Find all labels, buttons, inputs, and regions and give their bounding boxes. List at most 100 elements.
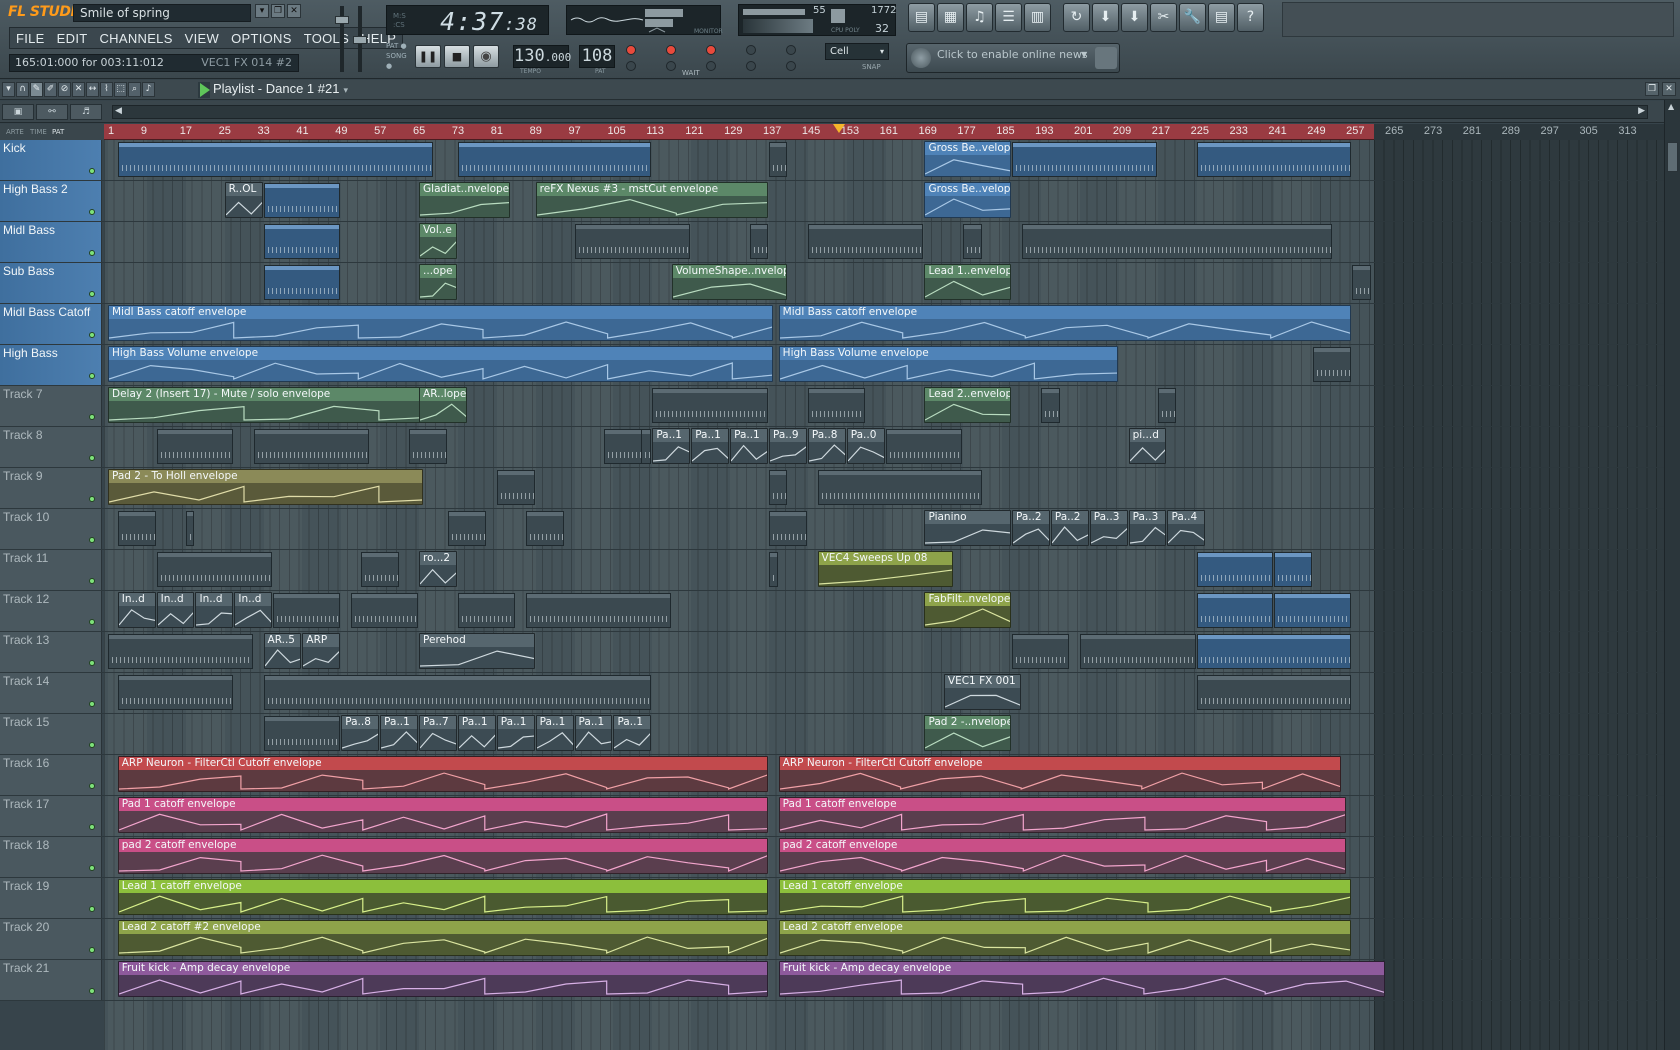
playlist-clip[interactable]: VolumeShape..nvelope xyxy=(671,264,788,300)
multilink-toggle[interactable] xyxy=(786,61,796,71)
pattern-clip[interactable] xyxy=(885,429,963,464)
pattern-clip[interactable] xyxy=(1274,552,1313,587)
pattern-clip[interactable] xyxy=(603,429,642,464)
track-mute-led[interactable] xyxy=(89,168,95,174)
pattern-clip[interactable] xyxy=(263,224,341,259)
maximize-icon[interactable]: ❐ xyxy=(1645,82,1659,96)
play-button[interactable]: ❚❚ xyxy=(415,44,441,68)
playlist-clip[interactable]: Pa..9 xyxy=(768,428,807,464)
playlist-clip[interactable]: Pa..1 xyxy=(496,715,535,751)
scroll-toggle[interactable] xyxy=(746,61,756,71)
vertical-scrollbar[interactable]: ▲ xyxy=(1664,100,1680,1050)
playlist-clip[interactable]: Fruit kick - Amp decay envelope xyxy=(117,961,768,997)
master-pitch-slider[interactable] xyxy=(353,36,367,44)
pattern-clip[interactable] xyxy=(1157,388,1177,423)
menu-view[interactable]: VIEW xyxy=(179,28,225,48)
menu-file[interactable]: FILE xyxy=(10,28,51,48)
menu-options[interactable]: OPTIONS xyxy=(225,28,298,48)
brush-icon[interactable]: ✐ xyxy=(44,82,57,97)
pattern-clip[interactable] xyxy=(807,388,866,423)
online-news-panel[interactable]: Click to enable online news ▼ xyxy=(906,43,1120,73)
pattern-clip[interactable] xyxy=(1011,634,1070,669)
playlist-clip[interactable]: ...ope xyxy=(419,264,457,300)
save-as-icon[interactable]: ⬇ xyxy=(1121,3,1148,32)
wrench-icon[interactable]: 🔧 xyxy=(1179,3,1206,32)
pattern-clip[interactable] xyxy=(1041,388,1060,423)
playlist-clip[interactable]: Lead 1 catoff envelope xyxy=(778,879,1352,915)
playlist-clip[interactable]: R..OL xyxy=(224,182,263,218)
restore-icon[interactable]: ❐ xyxy=(271,4,285,18)
pattern-clip[interactable] xyxy=(768,470,788,505)
track-header[interactable]: Midl Bass Catoff xyxy=(0,304,102,344)
playlist-clip[interactable]: Pa..1 xyxy=(535,715,574,751)
track-header[interactable]: Track 10 xyxy=(0,509,102,549)
playlist-clip[interactable]: Lead 1..envelope xyxy=(924,264,1011,300)
pattern-clip[interactable] xyxy=(652,388,768,423)
track-mute-led[interactable] xyxy=(89,988,95,994)
mixer-icon[interactable]: ▥ xyxy=(1024,3,1051,32)
options-arrow-icon[interactable]: ▾ xyxy=(2,82,15,97)
step-sequencer-icon[interactable]: ▦ xyxy=(937,3,964,32)
pattern-clip[interactable] xyxy=(768,142,788,177)
pattern-clip[interactable] xyxy=(273,593,341,628)
playlist-clip[interactable]: Midl Bass catoff envelope xyxy=(108,305,773,341)
playlist-clip[interactable]: Pa..3 xyxy=(1128,510,1167,546)
menu-edit[interactable]: EDIT xyxy=(51,28,94,48)
horizontal-scrollbar[interactable]: ◀ ▶ xyxy=(112,105,1648,119)
track-mute-led[interactable] xyxy=(89,209,95,215)
playlist-clip[interactable]: Pa..8 xyxy=(341,715,380,751)
record-mode-toggle[interactable] xyxy=(626,45,636,55)
pattern-number-display[interactable]: 108 xyxy=(579,44,615,68)
browser-icon[interactable]: ☰ xyxy=(995,3,1022,32)
scrollbar-thumb[interactable] xyxy=(1667,142,1678,172)
playlist-clip[interactable]: VEC4 Sweeps Up 08 xyxy=(817,551,953,587)
snap-selector[interactable]: Cell ▾ xyxy=(825,43,889,60)
playlist-clip[interactable]: Lead 2 catoff envelope xyxy=(778,920,1352,956)
track-header[interactable]: Track 8 xyxy=(0,427,102,467)
playlist-clip[interactable]: Perehod xyxy=(419,633,535,669)
playlist-clip[interactable]: Gladiat..nvelope xyxy=(419,182,511,218)
playlist-clip[interactable]: In..d xyxy=(117,592,156,628)
track-header[interactable]: Track 17 xyxy=(0,796,102,836)
track-mute-led[interactable] xyxy=(89,578,95,584)
track-header[interactable]: Midl Bass xyxy=(0,222,102,262)
track-header[interactable]: High Bass xyxy=(0,345,102,385)
playlist-clip[interactable]: Pad 2 - To Holl envelope xyxy=(108,469,423,505)
pattern-clip[interactable] xyxy=(351,593,419,628)
pattern-clip[interactable] xyxy=(360,552,399,587)
pattern-clip[interactable] xyxy=(1196,593,1274,628)
track-mute-led[interactable] xyxy=(89,414,95,420)
pattern-clip[interactable] xyxy=(117,511,156,546)
track-header[interactable]: Track 7 xyxy=(0,386,102,426)
pattern-clip[interactable] xyxy=(1021,224,1332,259)
track-mute-led[interactable] xyxy=(89,824,95,830)
playlist-clip[interactable]: Pa..3 xyxy=(1089,510,1128,546)
pattern-clip[interactable] xyxy=(1011,142,1157,177)
pattern-clip[interactable] xyxy=(1274,593,1352,628)
slice-icon[interactable]: ⌇ xyxy=(100,82,113,97)
tempo-display[interactable]: 130.000 xyxy=(513,44,571,68)
playlist-clip[interactable]: Pa..1 xyxy=(613,715,652,751)
pattern-clip[interactable] xyxy=(117,142,433,177)
piano-roll-icon[interactable]: ♫ xyxy=(966,3,993,32)
close-icon[interactable]: ✕ xyxy=(1662,82,1676,96)
pattern-clip[interactable] xyxy=(263,265,341,300)
track-mute-led[interactable] xyxy=(89,496,95,502)
playlist-clip[interactable]: ro...2 xyxy=(419,551,457,587)
countdown-toggle[interactable] xyxy=(666,45,676,55)
step-edit-toggle[interactable] xyxy=(666,61,676,71)
scroll-right-icon[interactable]: ▶ xyxy=(1638,106,1645,116)
playlist-clip[interactable]: FabFilt..nvelope xyxy=(924,592,1011,628)
playlist-clip[interactable]: In..d xyxy=(156,592,195,628)
record-button[interactable]: ◉ xyxy=(473,44,499,68)
playlist-clip[interactable]: Gross Be..velope xyxy=(924,182,1011,218)
playlist-clip[interactable]: pad 2 catoff envelope xyxy=(778,838,1347,874)
pattern-clip[interactable] xyxy=(963,224,982,259)
pattern-clip[interactable] xyxy=(108,634,253,669)
scroll-left-icon[interactable]: ◀ xyxy=(115,106,122,116)
help-icon[interactable]: ? xyxy=(1237,3,1264,32)
pattern-clip[interactable] xyxy=(409,429,448,464)
metronome-toggle[interactable] xyxy=(706,45,716,55)
timeline-ruler[interactable]: ARTE TIME PAT 1 9 17 25 33 41 49 57 65 73 81 89 97 10… xyxy=(0,124,1680,140)
track-header[interactable]: Sub Bass xyxy=(0,263,102,303)
